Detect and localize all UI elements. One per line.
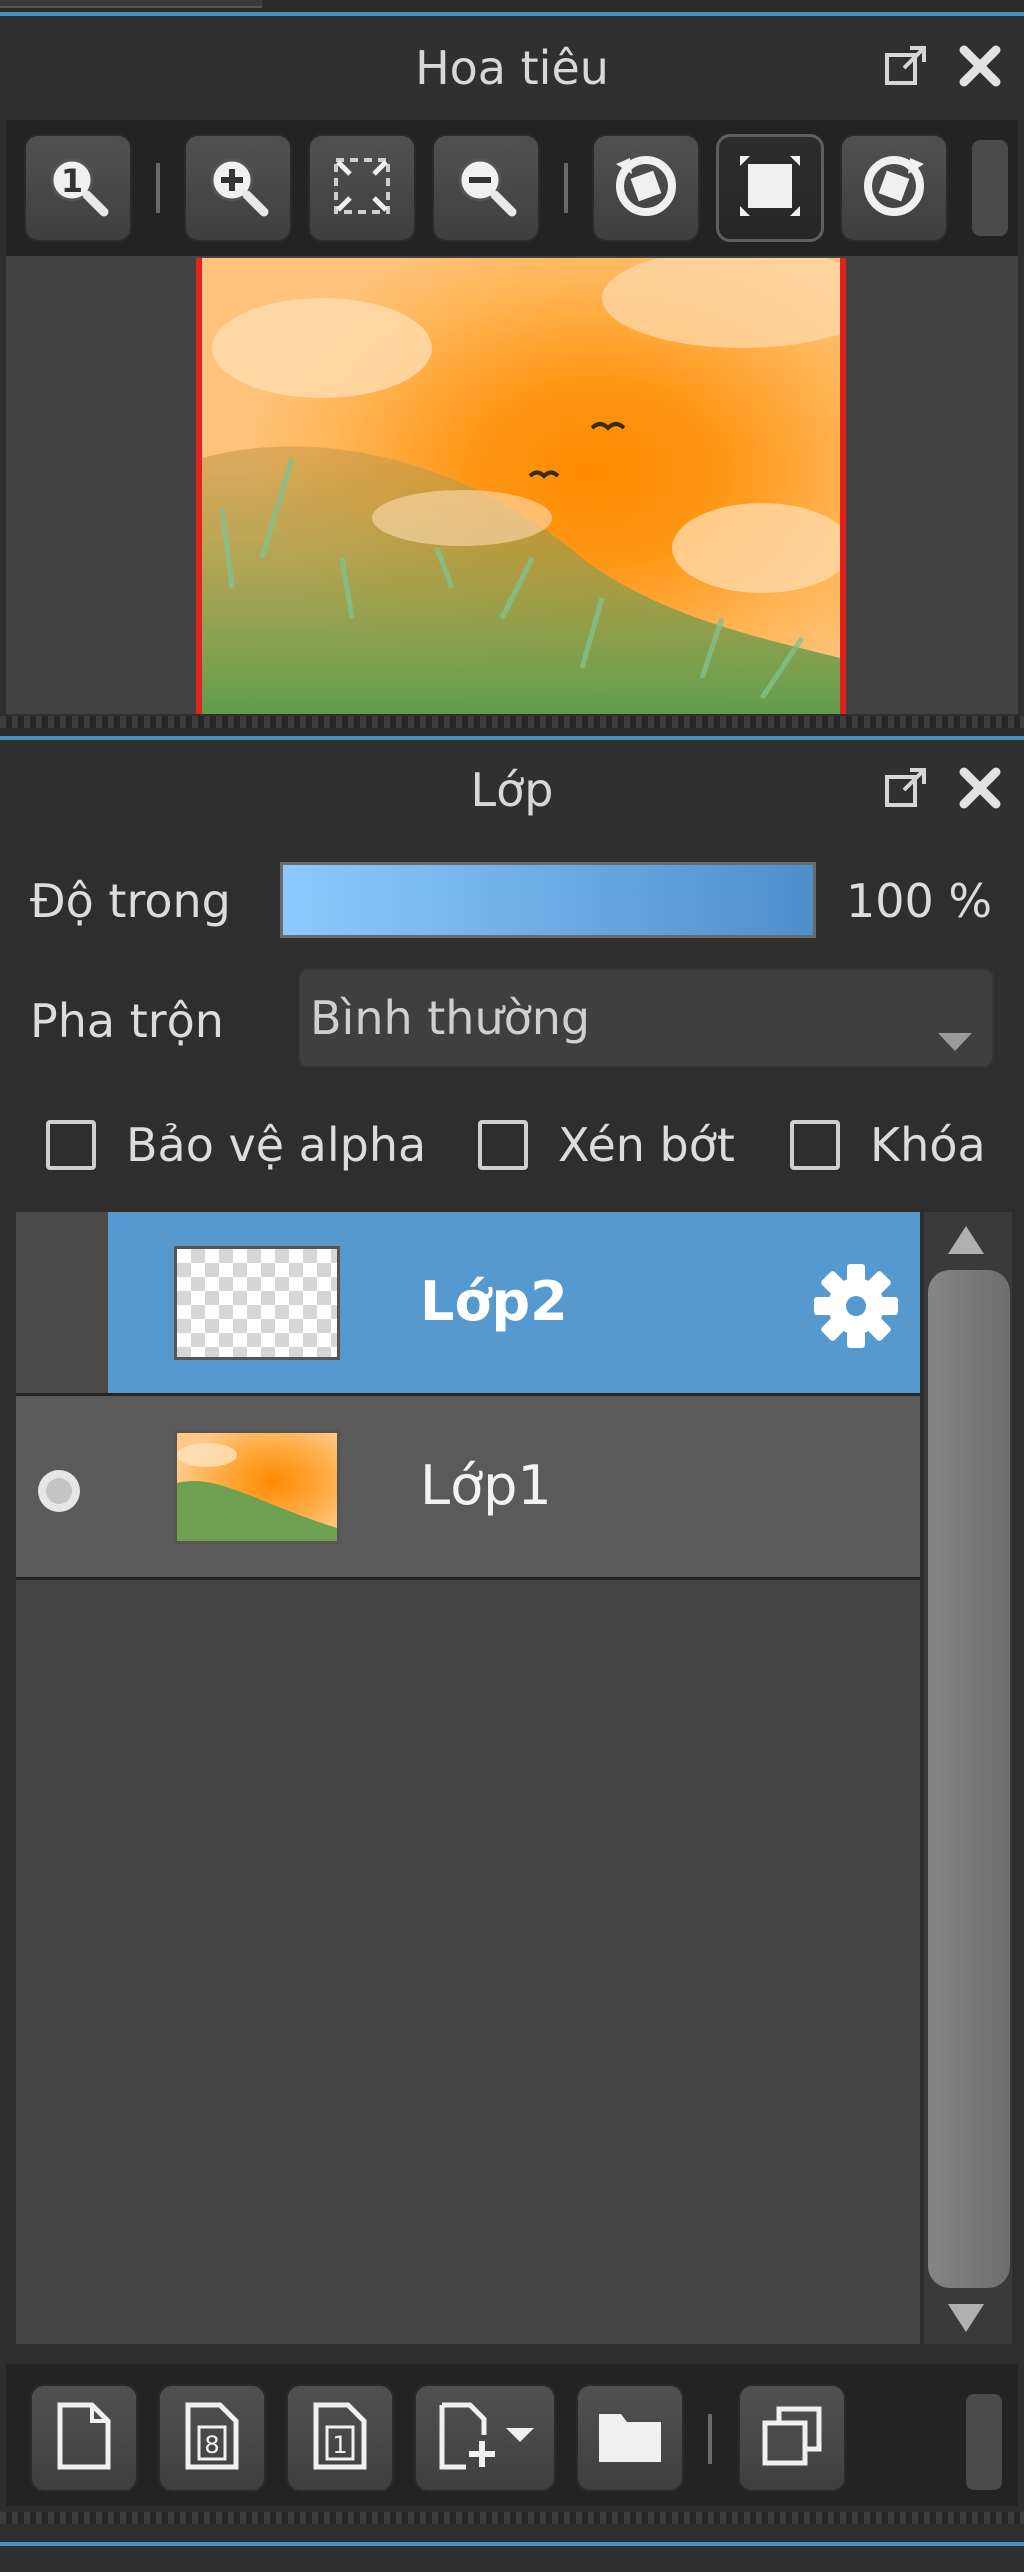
opacity-value: 100 %: [846, 874, 993, 928]
layer-visibility-toggle[interactable]: [16, 1212, 108, 1393]
layer-row[interactable]: Lớp2: [16, 1212, 920, 1396]
new-folder-button[interactable]: [576, 2384, 684, 2492]
1bit-layer-icon: 1: [310, 2401, 370, 2475]
blend-mode-label: Pha trộn: [30, 994, 224, 1048]
close-icon[interactable]: [952, 38, 1008, 94]
opacity-slider[interactable]: [280, 862, 816, 938]
checkbox-box[interactable]: [790, 1120, 840, 1170]
navigator-titlebar: Hoa tiêu: [0, 16, 1024, 120]
blend-mode-select[interactable]: Bình thường: [298, 968, 994, 1068]
blend-mode-value: Bình thường: [310, 991, 591, 1045]
new-page-icon: [54, 2401, 114, 2475]
navigator-preview-image[interactable]: [196, 258, 846, 714]
fit-to-screen-button[interactable]: [308, 134, 416, 242]
svg-text:1: 1: [61, 162, 83, 200]
toolbar-overflow-handle[interactable]: [972, 140, 1008, 236]
toolbar-separator: [564, 163, 568, 213]
fit-canvas-button[interactable]: [716, 134, 824, 242]
lock-checkbox[interactable]: Khóa: [790, 1118, 986, 1172]
gear-icon[interactable]: [812, 1262, 900, 1354]
8bit-layer-icon: 8: [182, 2401, 242, 2475]
undock-icon[interactable]: [878, 38, 934, 94]
layer-row[interactable]: Lớp1: [16, 1396, 920, 1580]
layer-thumbnail: [174, 1430, 340, 1544]
rotate-right-button[interactable]: [840, 134, 948, 242]
next-panel-titlebar: [0, 2546, 1024, 2572]
fit-canvas-icon: [734, 150, 806, 226]
layer-thumbnail: [174, 1246, 340, 1360]
scroll-thumb[interactable]: [928, 1270, 1010, 2288]
chevron-down-icon: [938, 1010, 972, 1064]
duplicate-layer-button[interactable]: [738, 2384, 846, 2492]
navigator-title: Hoa tiêu: [415, 41, 609, 95]
duplicate-icon: [759, 2403, 825, 2473]
rotate-left-button[interactable]: [592, 134, 700, 242]
svg-text:1: 1: [332, 2431, 347, 2459]
layers-titlebar: Lớp: [0, 740, 1024, 840]
layers-title: Lớp: [470, 763, 554, 817]
top-tab-edge: [0, 0, 262, 8]
undock-icon[interactable]: [878, 760, 934, 816]
scroll-up-arrow-icon[interactable]: [946, 1224, 986, 1260]
zoom-out-icon: [452, 152, 520, 224]
add-layer-dropdown-button[interactable]: [414, 2384, 556, 2492]
chevron-down-icon: [506, 2428, 534, 2448]
navigator-toolbar: 1: [6, 120, 1018, 256]
checkbox-box[interactable]: [46, 1120, 96, 1170]
navigator-preview-area: [6, 256, 1018, 714]
layers-toolbar: 8 1: [6, 2364, 1018, 2506]
checkbox-box[interactable]: [478, 1120, 528, 1170]
navigator-panel: Hoa tiêu 1: [0, 16, 1024, 716]
clipping-label: Xén bớt: [558, 1118, 735, 1172]
lock-label: Khóa: [870, 1118, 986, 1172]
zoom-in-button[interactable]: [184, 134, 292, 242]
toolbar-separator: [156, 163, 160, 213]
layers-panel: Lớp Độ trong 100 % Pha trộn Bình thường …: [0, 740, 1024, 2540]
alpha-protect-label: Bảo vệ alpha: [126, 1118, 427, 1172]
new-layer-button[interactable]: [30, 2384, 138, 2492]
clipping-checkbox[interactable]: Xén bớt: [478, 1118, 735, 1172]
zoom-actual-size-button[interactable]: 1: [24, 134, 132, 242]
scroll-down-arrow-icon[interactable]: [946, 2302, 986, 2338]
opacity-label: Độ trong: [30, 874, 231, 928]
layer-name: Lớp2: [420, 1270, 568, 1333]
new-8bit-layer-button[interactable]: 8: [158, 2384, 266, 2492]
zoom-in-icon: [204, 152, 272, 224]
toolbar-separator: [708, 2414, 712, 2464]
folder-icon: [595, 2406, 665, 2470]
new-1bit-layer-button[interactable]: 1: [286, 2384, 394, 2492]
rotate-left-icon: [610, 150, 682, 226]
fit-to-screen-icon: [328, 152, 396, 224]
zoom-actual-size-icon: 1: [44, 152, 112, 224]
close-icon[interactable]: [952, 760, 1008, 816]
svg-text:8: 8: [204, 2431, 219, 2459]
visibility-eye-icon[interactable]: [36, 1468, 82, 1518]
alpha-protect-checkbox[interactable]: Bảo vệ alpha: [46, 1118, 426, 1172]
add-layer-icon: [436, 2401, 500, 2475]
layer-name: Lớp1: [420, 1454, 552, 1517]
layer-list-scrollbar[interactable]: [924, 1212, 1012, 2344]
toolbar-overflow-handle[interactable]: [966, 2394, 1002, 2490]
panel-splitter[interactable]: [0, 716, 1024, 728]
rotate-right-icon: [858, 150, 930, 226]
layer-list: Lớp2 Lớp1: [16, 1212, 920, 2344]
zoom-out-button[interactable]: [432, 134, 540, 242]
panel-bottom-edge: [0, 2512, 1024, 2524]
